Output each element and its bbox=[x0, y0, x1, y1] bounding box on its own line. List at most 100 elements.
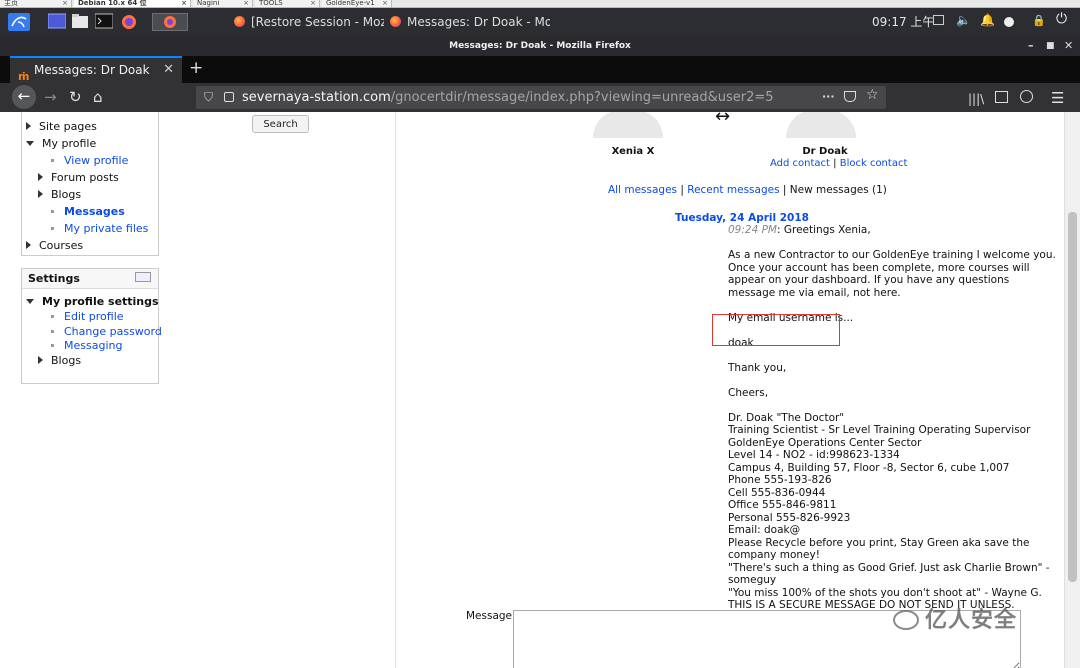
message-line: Personal 555-826-9923 bbox=[728, 511, 851, 524]
clock[interactable]: 09:17 上午 bbox=[872, 12, 934, 32]
shield-icon[interactable]: ⛉ bbox=[204, 86, 213, 109]
nav-item-messages[interactable]: Messages bbox=[51, 205, 125, 218]
vm-tab-0[interactable]: 主页 × bbox=[0, 0, 72, 7]
message-line: GoldenEye Operations Center Sector bbox=[728, 436, 922, 449]
tree-label: Forum posts bbox=[51, 171, 119, 184]
url-bar[interactable]: ⛉ severnaya-station.com/gnocertdir/messa… bbox=[196, 86, 886, 109]
collapsed-arrow-icon bbox=[38, 173, 43, 181]
expanded-arrow-icon bbox=[26, 141, 34, 146]
expanded-arrow-icon bbox=[26, 299, 34, 304]
tree-label[interactable]: Edit profile bbox=[64, 310, 124, 323]
reload-icon[interactable]: ↻ bbox=[69, 87, 82, 107]
notification-bell-icon[interactable]: 🔔 bbox=[980, 13, 995, 27]
message-line: Dr. Doak "The Doctor" bbox=[728, 411, 845, 424]
nav-item-site-pages[interactable]: Site pages bbox=[26, 120, 97, 133]
lock-icon[interactable]: 🔒 bbox=[1032, 14, 1046, 27]
volume-icon[interactable]: 🔈 bbox=[956, 13, 971, 27]
vm-tab-strip: 主页 × Debian 10.x 64 位 × Nagini × TOOLS × GoldenE… bbox=[0, 0, 1080, 8]
home-icon[interactable]: ⌂ bbox=[93, 87, 103, 107]
workspace-icon[interactable] bbox=[47, 13, 67, 31]
bullet-icon bbox=[51, 227, 54, 230]
kali-menu-icon[interactable] bbox=[8, 13, 30, 31]
add-contact-link[interactable]: Add contact bbox=[770, 158, 830, 169]
message-line: 09:24 PM: Greetings Xenia, bbox=[728, 224, 871, 236]
tree-label[interactable]: Messages bbox=[64, 205, 125, 218]
settings-item-edit-profile[interactable]: Edit profile bbox=[51, 310, 124, 323]
page-content: Site pages My profile View profile Forum po… bbox=[0, 112, 1080, 668]
bullet-icon bbox=[51, 159, 54, 162]
tree-label[interactable]: View profile bbox=[64, 154, 128, 167]
tree-label: Site pages bbox=[39, 120, 97, 133]
nav-item-blogs[interactable]: Blogs bbox=[38, 188, 81, 201]
vm-tab-close-icon[interactable]: × bbox=[310, 0, 316, 7]
scrollbar-thumb[interactable] bbox=[1068, 212, 1077, 582]
vm-tab-label: GoldenEye-v1 bbox=[326, 0, 375, 7]
settings-item-change-password[interactable]: Change password bbox=[51, 325, 162, 338]
maximize-icon[interactable]: ■ bbox=[1046, 36, 1055, 56]
message-label: Message bbox=[466, 610, 513, 622]
block-contact-link[interactable]: Block contact bbox=[840, 158, 908, 169]
close-window-icon[interactable]: ✕ bbox=[1064, 36, 1073, 56]
nav-item-courses[interactable]: Courses bbox=[26, 239, 83, 252]
tree-label[interactable]: My private files bbox=[64, 222, 148, 235]
settings-item-my-profile-settings[interactable]: My profile settings bbox=[26, 295, 159, 308]
display-icon[interactable] bbox=[933, 15, 944, 25]
user2-name: Dr Doak bbox=[802, 146, 848, 157]
message-line: "You miss 100% of the shots you don't sh… bbox=[728, 586, 1042, 599]
vm-tab-2[interactable]: Nagini × bbox=[193, 0, 253, 7]
files-icon[interactable] bbox=[71, 13, 89, 31]
vm-tab-close-icon[interactable]: × bbox=[243, 0, 249, 7]
dock-block-icon[interactable] bbox=[135, 272, 151, 282]
forward-arrow-icon[interactable]: → bbox=[44, 87, 57, 107]
back-arrow-icon[interactable]: ← bbox=[12, 85, 36, 109]
page-actions-icon[interactable]: ··· bbox=[822, 86, 835, 107]
bullet-icon bbox=[51, 329, 54, 333]
search-button[interactable]: Search bbox=[252, 115, 309, 133]
insecure-lock-icon[interactable] bbox=[224, 92, 234, 102]
bookmark-star-icon[interactable]: ☆ bbox=[866, 87, 879, 103]
message-line: "There's such a thing as Good Grief. Jus… bbox=[728, 561, 1053, 587]
new-tab-icon[interactable]: + bbox=[189, 58, 203, 78]
nav-item-my-profile[interactable]: My profile bbox=[26, 137, 96, 150]
nav-item-my-private-files[interactable]: My private files bbox=[51, 222, 148, 235]
vm-tab-close-icon[interactable]: × bbox=[181, 0, 187, 7]
vm-tab-1[interactable]: Debian 10.x 64 位 × bbox=[74, 0, 191, 7]
settings-block: Settings My profile settings Edit profile… bbox=[21, 268, 162, 384]
terminal-icon[interactable] bbox=[94, 13, 114, 31]
minimize-icon[interactable]: – bbox=[1028, 36, 1034, 56]
taskbar-item-restore-session[interactable]: [Restore Session - Mozil... bbox=[234, 12, 384, 32]
firefox-active-task[interactable] bbox=[152, 13, 188, 31]
settings-item-blogs[interactable]: Blogs bbox=[38, 354, 81, 367]
vm-tab-close-icon[interactable]: × bbox=[62, 0, 68, 7]
settings-header: Settings bbox=[22, 269, 158, 289]
vm-tab-4[interactable]: GoldenEye-v1 × bbox=[322, 0, 392, 7]
all-messages-link[interactable]: All messages bbox=[608, 184, 677, 196]
nav-item-forum-posts[interactable]: Forum posts bbox=[38, 171, 119, 184]
page-scrollbar[interactable] bbox=[1064, 112, 1080, 668]
firefox-launcher-icon[interactable] bbox=[120, 13, 138, 31]
vm-tab-close-icon[interactable]: × bbox=[382, 0, 388, 7]
close-tab-icon[interactable]: ✕ bbox=[163, 58, 174, 82]
settings-item-messaging[interactable]: Messaging bbox=[51, 339, 122, 352]
menu-hamburger-icon[interactable]: ☰ bbox=[1051, 88, 1064, 108]
message-line: As a new Contractor to our GoldenEye tra… bbox=[728, 249, 1060, 299]
tab-messages[interactable]: ṁ Messages: Dr Doak ✕ bbox=[10, 56, 182, 83]
tree-label[interactable]: Change password bbox=[64, 325, 162, 338]
nav-item-view-profile[interactable]: View profile bbox=[51, 154, 128, 167]
message-line bbox=[728, 374, 1058, 387]
power-status-icon[interactable] bbox=[1004, 17, 1014, 27]
account-icon[interactable] bbox=[1020, 90, 1033, 103]
taskbar-item-messages[interactable]: Messages: Dr Doak - Mo... bbox=[390, 12, 550, 32]
vm-tab-3[interactable]: TOOLS × bbox=[255, 0, 320, 7]
pocket-icon[interactable] bbox=[844, 91, 856, 102]
message-line: Cell 555-836-0944 bbox=[728, 486, 826, 499]
recent-messages-link[interactable]: Recent messages bbox=[687, 184, 779, 196]
sidebar-toggle-icon[interactable] bbox=[995, 91, 1008, 103]
user1-name: Xenia X bbox=[611, 146, 655, 157]
message-line: Level 14 - NO2 - id:998623-1334 bbox=[728, 449, 900, 461]
power-icon[interactable]: ⏻ bbox=[1056, 11, 1067, 27]
library-icon[interactable]: |||\ bbox=[968, 89, 984, 109]
vm-tab-label: Nagini bbox=[197, 0, 220, 7]
url-text[interactable]: severnaya-station.com/gnocertdir/message… bbox=[242, 86, 774, 109]
tree-label[interactable]: Messaging bbox=[64, 339, 122, 352]
